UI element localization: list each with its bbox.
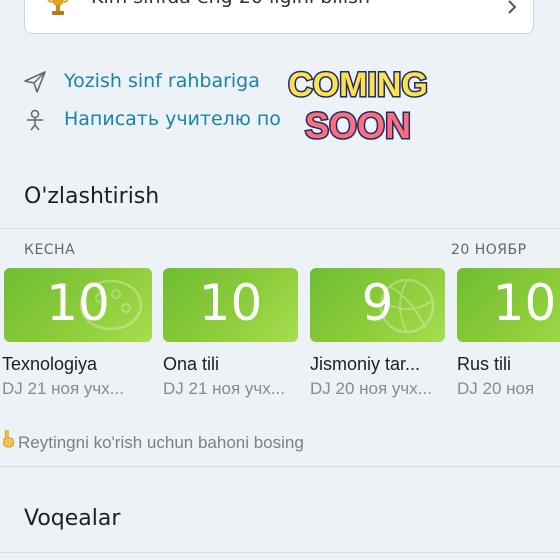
grade-value: 10 bbox=[492, 274, 557, 332]
grade-value: 9 bbox=[361, 274, 394, 332]
write-subject-teacher-link[interactable]: Написать учителю по bbox=[24, 108, 314, 134]
grade-card-ona-tili[interactable]: 10 Ona tili DJ 21 ноя учх... bbox=[163, 268, 298, 399]
grade-tile: 10 bbox=[457, 268, 560, 342]
person-icon bbox=[24, 109, 46, 131]
divider bbox=[0, 552, 560, 553]
grade-meta: DJ 21 ноя учх... bbox=[163, 379, 285, 398]
coming-soon-line2: SOON bbox=[305, 105, 411, 146]
grade-meta: DJ 21 ноя учх... bbox=[2, 379, 124, 398]
write-class-teacher-link[interactable]: Yozish sinf rahbariga bbox=[24, 70, 284, 96]
subject-name: Texnologiya bbox=[2, 354, 98, 374]
trophy-icon bbox=[47, 0, 69, 19]
paper-plane-icon bbox=[24, 71, 46, 93]
grade-meta: DJ 20 ноя учх... bbox=[310, 379, 432, 398]
subject-name: Rus tili bbox=[457, 354, 512, 374]
rating-card[interactable]: Kim sinfda eng 20 ligini bilish bbox=[24, 0, 534, 34]
pointing-hand-icon bbox=[0, 429, 18, 453]
grade-card-tech[interactable]: 10 Texnologiya DJ 21 ноя учх... bbox=[2, 268, 152, 399]
grade-tile: 9 bbox=[310, 268, 445, 342]
subject-name: Jismoniy tar... bbox=[310, 354, 421, 374]
events-title: Voqealar bbox=[24, 506, 121, 531]
write-class-teacher-label: Yozish sinf rahbariga bbox=[64, 70, 260, 92]
write-subject-teacher-label: Написать учителю по bbox=[64, 108, 281, 130]
grade-value: 10 bbox=[198, 274, 263, 332]
rating-hint: Reytingni ko'rish uchun bahoni bosing bbox=[0, 429, 304, 453]
achievement-title: O'zlashtirish bbox=[24, 184, 160, 209]
date-label-left: КЕСНА bbox=[24, 242, 76, 258]
coming-soon-line1: COMING bbox=[288, 66, 428, 104]
grade-tile: 10 bbox=[163, 268, 298, 342]
chevron-right-icon bbox=[507, 0, 517, 19]
grade-value: 10 bbox=[46, 274, 110, 332]
grade-card-rus-tili[interactable]: 10 Rus tili DJ 20 ноя bbox=[457, 268, 560, 399]
divider bbox=[0, 228, 560, 229]
grade-card-pe[interactable]: 9 Jismoniy tar... DJ 20 ноя учх... bbox=[310, 268, 445, 399]
rating-hint-text: Reytingni ko'rish uchun bahoni bosing bbox=[18, 433, 304, 452]
rating-card-text: Kim sinfda eng 20 ligini bilish bbox=[91, 0, 370, 8]
divider bbox=[0, 466, 560, 467]
coming-soon-badge: COMING SOON bbox=[272, 58, 444, 148]
grade-meta: DJ 20 ноя bbox=[457, 379, 535, 398]
date-label-right: 20 НОЯБР bbox=[451, 242, 527, 258]
grade-tile: 10 bbox=[4, 268, 152, 342]
subject-name: Ona tili bbox=[163, 354, 220, 374]
